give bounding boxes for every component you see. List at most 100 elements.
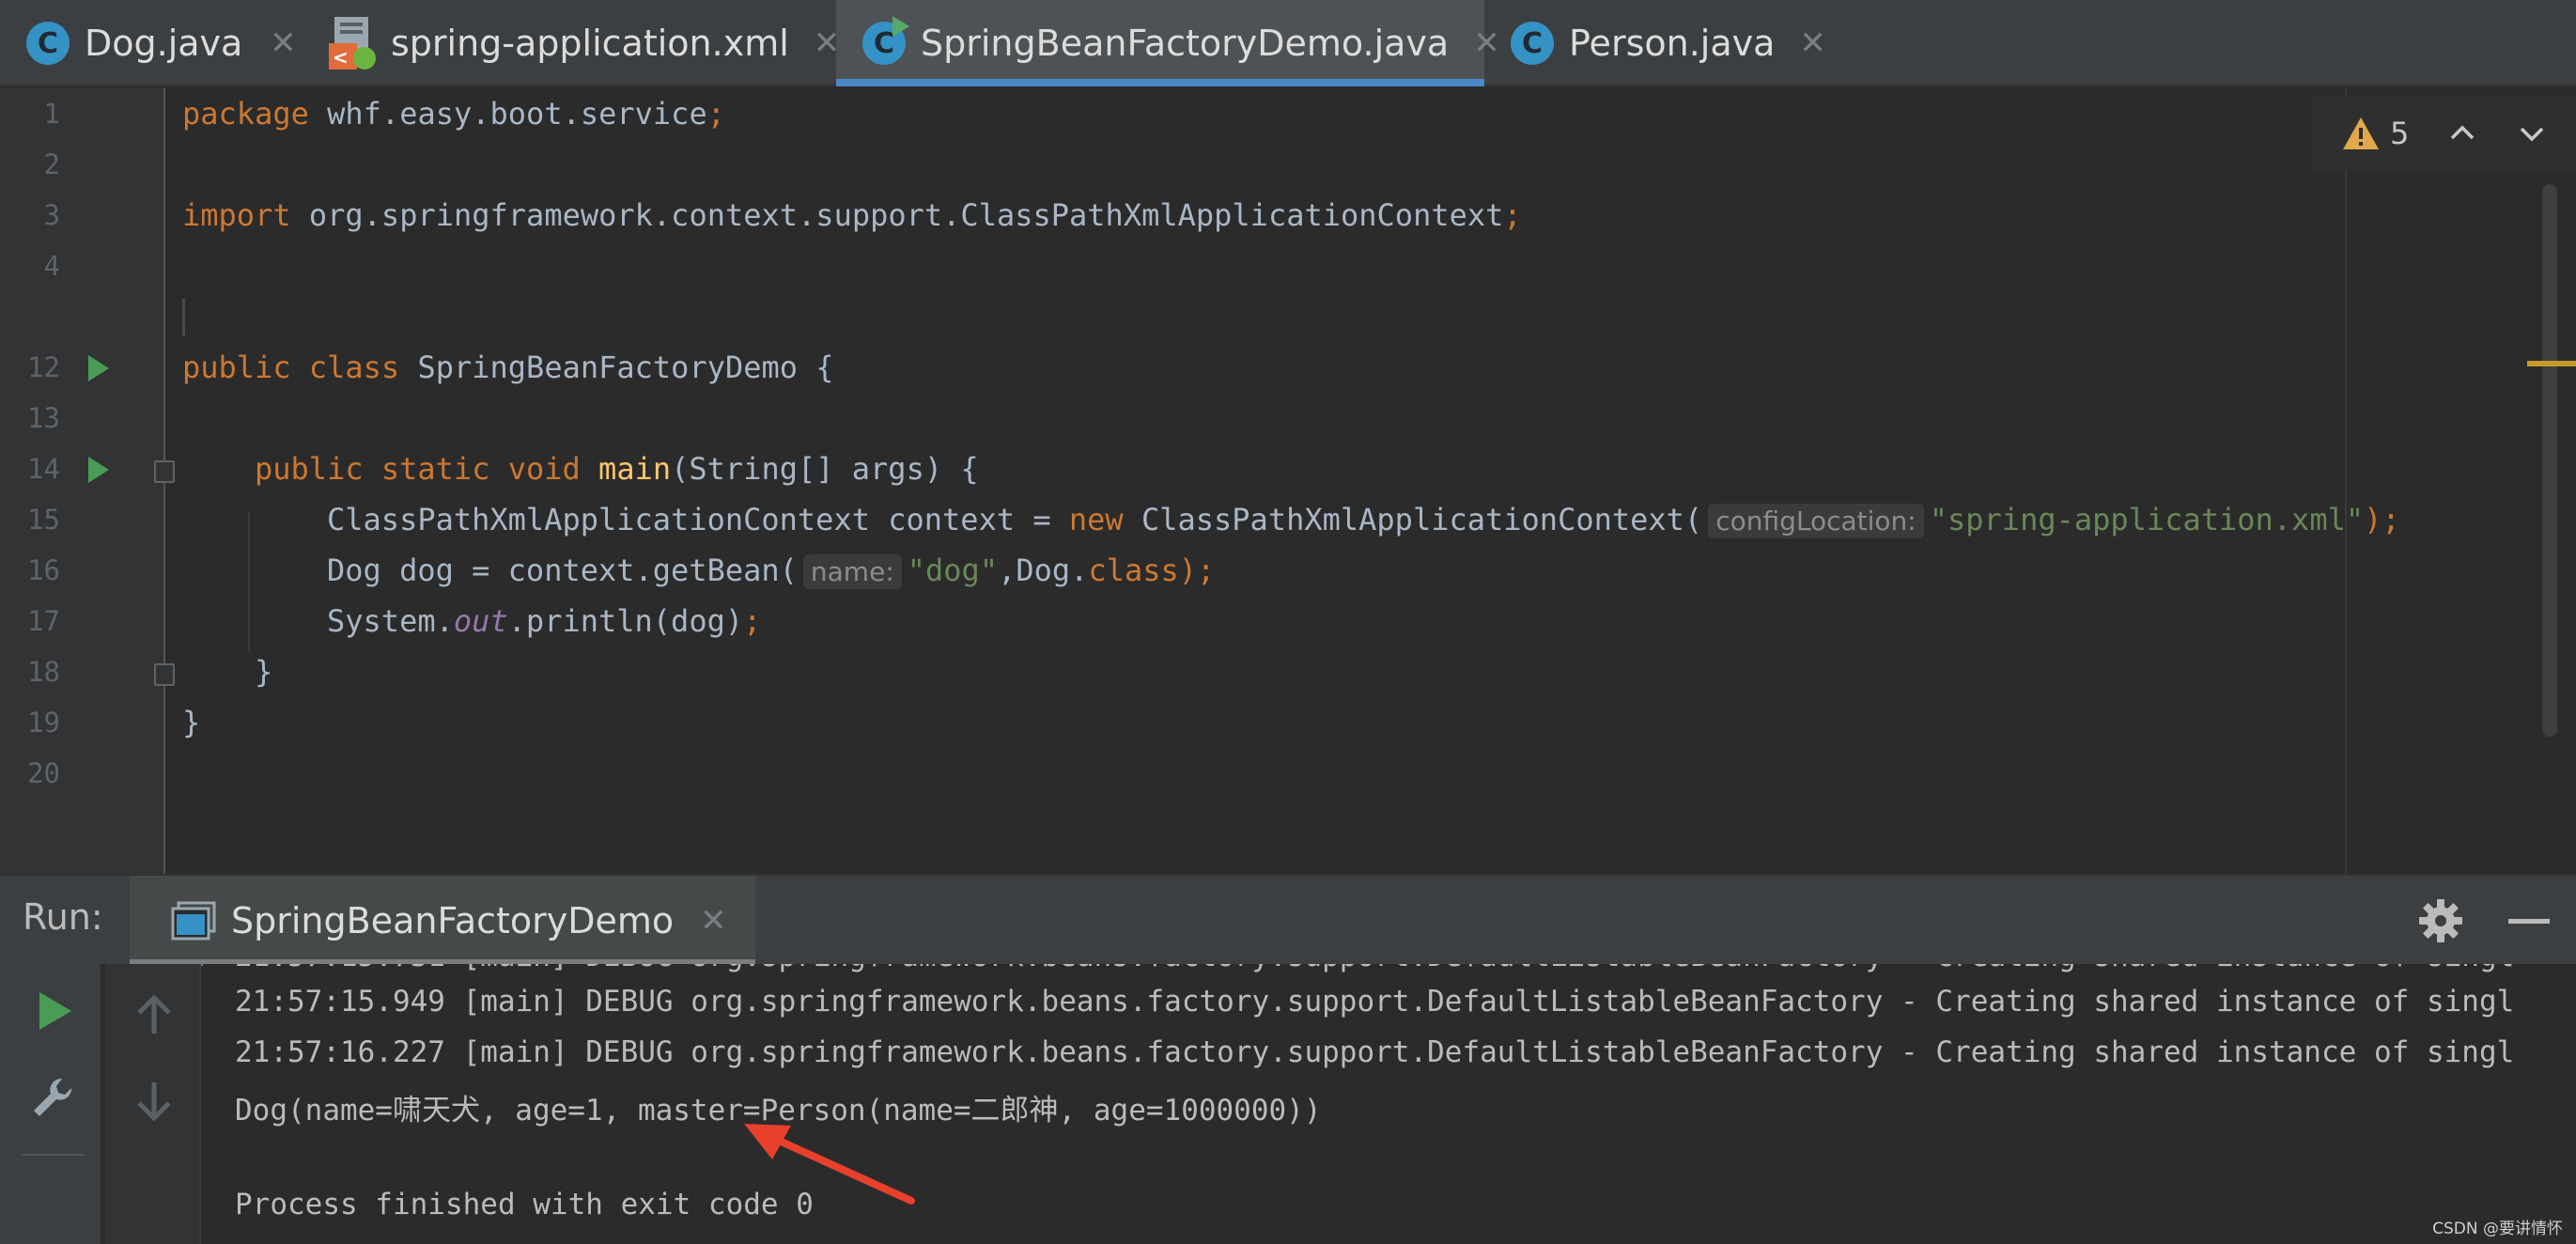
class-c-icon: C (26, 22, 70, 65)
toolbar-separator (23, 1154, 85, 1156)
keyword: void (507, 451, 581, 487)
line-number: 17 (27, 605, 60, 637)
editor-scrollbar[interactable] (2542, 184, 2557, 737)
line-number: 2 (43, 148, 60, 180)
line-number: 12 (27, 351, 60, 383)
code-line-15[interactable]: ClassPathXmlApplicationContext context =… (327, 502, 2400, 538)
code-line-3[interactable]: import org.springframework.context.suppo… (182, 197, 1522, 233)
run-tab-springbeanfactorydemo[interactable]: SpringBeanFactoryDemo ✕ (130, 876, 755, 966)
code-text: ); (1178, 552, 1216, 588)
tab-label: Dog.java (85, 23, 243, 64)
code-line-16[interactable]: Dog dog = context.getBean(name: "dog",Dog… (327, 552, 1216, 589)
svg-text:<: < (333, 46, 349, 69)
code-line-19[interactable]: } (182, 705, 200, 740)
tab-label: SpringBeanFactoryDemo.java (921, 23, 1450, 64)
keyword: class (1088, 552, 1179, 588)
import-name: org.springframework.context.support.Clas… (290, 197, 1504, 233)
line-number: 15 (27, 504, 60, 536)
line-number: 16 (27, 554, 60, 586)
run-icon[interactable] (32, 988, 77, 1034)
code-text: .println(dog) (507, 603, 744, 639)
tab-dog-java[interactable]: C Dog.java ✕ (0, 0, 303, 86)
semicolon: ; (706, 96, 725, 132)
console-line: 21:57:15.731 [main] DEBUG org.springfram… (235, 964, 2514, 973)
keyword: import (182, 197, 291, 233)
line-number: 19 (27, 707, 60, 739)
package-name: whf.easy.boot.service (308, 96, 707, 132)
arrow-down-icon[interactable] (132, 1079, 177, 1124)
run-toolbar (0, 964, 101, 1244)
arrow-up-icon[interactable] (132, 992, 177, 1037)
chevron-down-icon[interactable] (2518, 119, 2546, 148)
parameter-hint: configLocation: (1708, 504, 1924, 538)
string-literal: "spring-application.xml" (1929, 502, 2365, 537)
run-gutter-icon[interactable] (88, 457, 109, 483)
keyword: package (182, 96, 309, 132)
code-editor[interactable]: 1 2 3 4 12 13 14 15 16 17 18 19 20 packa… (0, 88, 2576, 874)
method-params: (String[] args) { (671, 451, 979, 487)
tab-springbeanfactorydemo-java[interactable]: C SpringBeanFactoryDemo.java ✕ (836, 0, 1500, 86)
indent-guide (248, 511, 250, 652)
run-tab-label: SpringBeanFactoryDemo (231, 900, 675, 941)
keyword: new (1068, 502, 1124, 537)
fold-marker-icon[interactable] (154, 460, 175, 483)
xml-file-icon: < (329, 17, 376, 70)
semicolon: ; (1503, 197, 1522, 233)
run-panel-header: Run: SpringBeanFactoryDemo ✕ (0, 874, 2576, 966)
class-name: SpringBeanFactoryDemo { (399, 350, 834, 385)
console-toolbar (105, 964, 201, 1244)
line-number: 20 (27, 757, 60, 789)
warning-stripe-marker[interactable] (2527, 361, 2576, 366)
console-line: 21:57:15.949 [main] DEBUG org.springfram… (235, 985, 2515, 1019)
run-gutter-icon[interactable] (88, 355, 109, 381)
tab-person-java[interactable]: C Person.java ✕ (1484, 0, 1826, 86)
code-text: ); (2364, 502, 2400, 537)
code-line-17[interactable]: System.out.println(dog); (327, 603, 761, 639)
console-line: 21:57:16.227 [main] DEBUG org.springfram… (235, 1035, 2515, 1069)
code-text: ClassPathXmlApplicationContext context = (327, 502, 1069, 537)
wrench-icon[interactable] (30, 1075, 75, 1120)
code-text: ,Dog. (998, 552, 1089, 588)
static-field: out (453, 603, 508, 639)
keyword: public (255, 451, 364, 487)
minimize-icon[interactable] (2508, 919, 2550, 924)
keyword: class (308, 350, 400, 385)
line-number: 14 (27, 453, 60, 485)
warning-count: 5 (2390, 116, 2410, 151)
keyword: static (380, 451, 490, 487)
line-number: 4 (43, 250, 60, 282)
fold-marker-icon[interactable] (154, 663, 175, 686)
code-text: } (255, 654, 273, 690)
console-icon (171, 901, 216, 941)
tab-label: Person.java (1569, 23, 1776, 64)
line-number: 13 (27, 402, 60, 434)
chevron-up-icon[interactable] (2448, 119, 2476, 148)
text-caret (182, 299, 185, 336)
close-icon[interactable]: ✕ (1799, 24, 1826, 62)
console-output[interactable]: 21:57:15.731 [main] DEBUG org.springfram… (203, 964, 2576, 1244)
code-text: Dog dog = context.getBean( (327, 552, 798, 588)
right-margin-guide (2345, 88, 2347, 874)
tab-spring-application-xml[interactable]: < spring-application.xml ✕ (303, 0, 840, 86)
code-line-1[interactable]: package whf.easy.boot.service; (182, 96, 725, 132)
code-line-12[interactable]: public class SpringBeanFactoryDemo { (182, 350, 834, 385)
tab-label: spring-application.xml (391, 23, 789, 64)
code-text: ClassPathXmlApplicationContext( (1123, 502, 1703, 537)
string-literal: "dog" (907, 552, 999, 588)
inspection-widget[interactable]: 5 (2313, 96, 2576, 171)
parameter-hint: name: (802, 554, 902, 589)
close-icon[interactable]: ✕ (267, 24, 299, 62)
keyword: public (182, 350, 291, 385)
code-line-18[interactable]: } (255, 654, 272, 690)
warning-icon[interactable] (2341, 116, 2381, 151)
run-class-icon: C (862, 16, 909, 65)
code-line-14[interactable]: public static void main(String[] args) { (255, 451, 979, 487)
gear-icon[interactable] (2418, 898, 2463, 943)
close-icon[interactable]: ✕ (700, 902, 727, 940)
run-panel-title: Run: (23, 896, 103, 938)
code-text: } (182, 705, 201, 740)
line-number-gutter: 1 2 3 4 12 13 14 15 16 17 18 19 20 (0, 88, 175, 874)
line-number: 3 (43, 199, 60, 231)
line-number: 1 (43, 98, 60, 130)
class-c-icon: C (1511, 22, 1554, 65)
